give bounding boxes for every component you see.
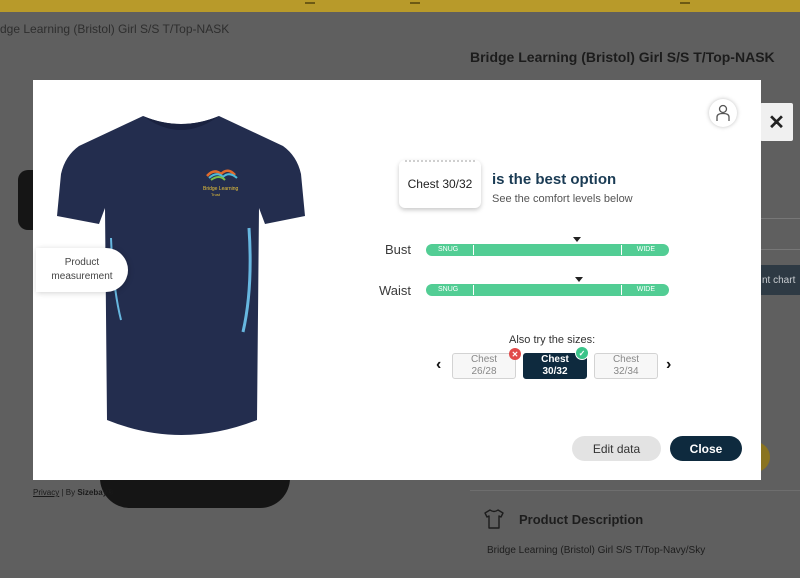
background-product-image: [100, 478, 290, 508]
bar-separator: [473, 285, 474, 295]
tshirt-icon: [484, 509, 504, 529]
product-title: Bridge Learning (Bristol) Girl S/S T/Top…: [470, 49, 775, 65]
sizebay-logo: Sizebay®: [77, 488, 114, 497]
edit-data-button[interactable]: Edit data: [572, 436, 661, 461]
fit-marker-bust: [572, 237, 581, 242]
check-badge-icon: ✓: [575, 346, 589, 360]
bar-icon: [305, 0, 315, 4]
bar-icon: [680, 0, 690, 4]
size-selector[interactable]: [760, 218, 800, 250]
by-label: | By: [61, 488, 76, 497]
chevron-left-icon[interactable]: ‹: [436, 356, 441, 374]
close-icon[interactable]: ✕: [760, 103, 793, 141]
x-badge-icon: ✕: [509, 348, 521, 360]
size-option-value: 32/34: [613, 366, 639, 377]
user-icon: [716, 104, 730, 121]
bar-separator: [621, 285, 622, 295]
chevron-right-icon[interactable]: ›: [666, 356, 671, 374]
fit-bar-bust: SNUG WIDE: [426, 244, 669, 256]
bar-icon: [410, 0, 420, 4]
fit-label-bust: Bust: [384, 242, 411, 257]
breadcrumb[interactable]: dge Learning (Bristol) Girl S/S T/Top-NA…: [0, 22, 229, 36]
product-measurement-label: measurement: [51, 271, 113, 282]
fit-marker-waist: [575, 277, 584, 282]
product-description-text: Bridge Learning (Bristol) Girl S/S T/Top…: [487, 545, 706, 556]
wide-label: WIDE: [636, 286, 655, 293]
size-chart-button[interactable]: nt chart: [760, 265, 800, 295]
size-option-value: 30/32: [542, 366, 568, 377]
sizebay-footer: Privacy | By Sizebay®: [33, 488, 113, 497]
size-option-chest-26-28[interactable]: Chest 26/28: [452, 353, 516, 379]
product-measurement-button[interactable]: Product measurement: [36, 248, 128, 292]
announcement-bar: [0, 0, 800, 12]
size-option-label: Chest: [541, 354, 569, 365]
snug-label: SNUG: [438, 246, 459, 253]
best-option-title: is the best option: [492, 171, 617, 188]
also-try-label: Also try the sizes:: [509, 334, 596, 346]
product-measurement-label: Product: [64, 257, 100, 268]
size-option-label: Chest: [612, 354, 640, 365]
user-profile-button[interactable]: [709, 99, 737, 127]
divider: [470, 490, 800, 491]
close-button[interactable]: Close: [670, 436, 742, 461]
size-option-chest-32-34[interactable]: Chest 32/34: [594, 353, 658, 379]
bar-separator: [621, 245, 622, 255]
snug-label: SNUG: [438, 286, 459, 293]
logo-text: Bridge Learning: [203, 186, 239, 192]
wide-label: WIDE: [636, 246, 655, 253]
recommended-size-card: Chest 30/32: [399, 160, 481, 208]
fit-label-waist: Waist: [378, 283, 411, 298]
size-option-label: Chest: [470, 354, 498, 365]
fit-bar-waist: SNUG WIDE: [426, 284, 669, 296]
size-option-value: 26/28: [471, 366, 497, 377]
bar-separator: [473, 245, 474, 255]
size-recommendation-modal: Bridge Learning Trust Product measuremen…: [33, 80, 761, 480]
logo-text: Trust: [211, 192, 221, 197]
comfort-hint: See the comfort levels below: [492, 193, 633, 205]
privacy-link[interactable]: Privacy: [33, 488, 59, 497]
product-description-title[interactable]: Product Description: [519, 512, 643, 527]
